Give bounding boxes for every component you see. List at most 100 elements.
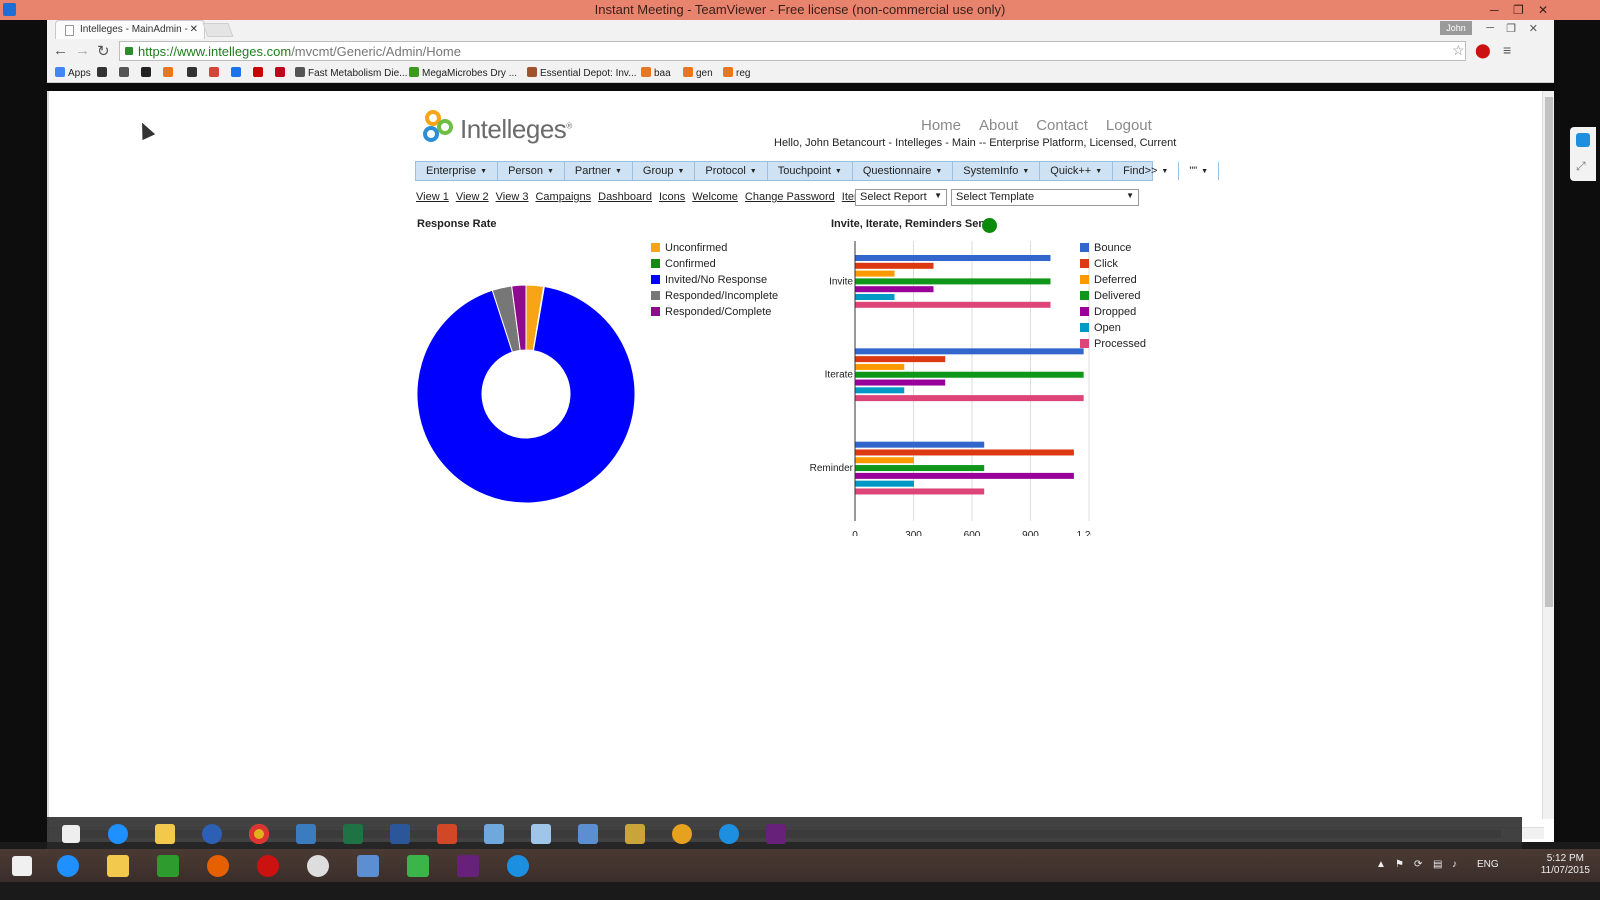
bookmark-icon-9[interactable]	[275, 67, 288, 79]
menu-item[interactable]: "" ▼	[1179, 162, 1220, 180]
link-welcome[interactable]: Welcome	[692, 191, 738, 203]
menu-questionnaire[interactable]: Questionnaire ▼	[853, 162, 954, 180]
link-change-password[interactable]: Change Password	[745, 191, 835, 203]
bookmark-gen[interactable]: gen	[683, 67, 713, 79]
word-icon[interactable]	[382, 820, 418, 848]
menu-protocol[interactable]: Protocol ▼	[695, 162, 768, 180]
firefox-icon[interactable]	[196, 852, 240, 880]
bookmark-icon-8[interactable]	[253, 67, 266, 79]
visual-studio-icon[interactable]	[446, 852, 490, 880]
teamviewer-icon[interactable]	[711, 820, 747, 848]
tools-icon[interactable]	[617, 820, 653, 848]
link-view-1[interactable]: View 1	[416, 191, 449, 203]
globe-icon[interactable]	[194, 820, 230, 848]
bookmark-icon-6[interactable]	[209, 67, 222, 79]
flag-icon[interactable]: ⚑	[1395, 859, 1404, 870]
menu-group[interactable]: Group ▼	[633, 162, 696, 180]
bookmark-reg[interactable]: reg	[723, 67, 750, 79]
opera-icon[interactable]	[246, 852, 290, 880]
bookmark-icon-1[interactable]	[97, 67, 110, 79]
network-icon[interactable]	[346, 852, 390, 880]
nav-logout[interactable]: Logout	[1106, 117, 1152, 134]
select-report[interactable]: Select Report ▼	[855, 189, 947, 206]
excel-icon[interactable]	[335, 820, 371, 848]
powerpoint-icon[interactable]	[429, 820, 465, 848]
link-view-2[interactable]: View 2	[456, 191, 489, 203]
menu-person[interactable]: Person ▼	[498, 162, 565, 180]
reload-icon[interactable]: ↻	[97, 42, 110, 60]
profile-chip[interactable]: John	[1440, 21, 1472, 35]
nav-contact[interactable]: Contact	[1036, 117, 1088, 134]
bookmark-icon-4[interactable]	[163, 67, 176, 79]
bookmark-icon-5[interactable]	[187, 67, 200, 79]
notepad-icon[interactable]	[523, 820, 559, 848]
minimize-icon[interactable]: ─	[1490, 0, 1499, 20]
green-app-icon[interactable]	[396, 852, 440, 880]
fullscreen-icon[interactable]: ⤢	[1576, 159, 1586, 174]
vertical-scroll-thumb[interactable]	[1545, 97, 1553, 607]
nav-about[interactable]: About	[979, 117, 1018, 134]
menu-partner[interactable]: Partner ▼	[565, 162, 633, 180]
store-icon[interactable]	[146, 852, 190, 880]
clock-icon[interactable]	[296, 852, 340, 880]
browser-tab[interactable]: Intelleges - MainAdmin - ✕	[55, 20, 205, 39]
menu-icon[interactable]: ≡	[1503, 42, 1511, 58]
select-template[interactable]: Select Template ▼	[951, 189, 1139, 206]
menu-enterprise[interactable]: Enterprise ▼	[416, 162, 499, 180]
tray-arrow-icon[interactable]: ▲	[1376, 859, 1386, 870]
windows-start-icon[interactable]	[0, 852, 44, 880]
start-button[interactable]	[53, 820, 89, 848]
bookmark-icon-3[interactable]	[141, 67, 154, 79]
address-bar[interactable]: https://www.intelleges.com/mvcmt/Generic…	[119, 41, 1466, 61]
link-campaigns[interactable]: Campaigns	[535, 191, 591, 203]
extension-icon[interactable]: ⬤	[1475, 42, 1491, 59]
chevron-down-icon: ▼	[1022, 168, 1030, 175]
browser-close-icon[interactable]: ✕	[1529, 22, 1538, 35]
menu-touchpoint[interactable]: Touchpoint ▼	[768, 162, 853, 180]
network-icon[interactable]	[570, 820, 606, 848]
clock[interactable]: 5:12 PM 11/07/2015	[1541, 853, 1590, 877]
menu-find[interactable]: Find>> ▼	[1113, 162, 1180, 180]
folder-icon[interactable]	[147, 820, 183, 848]
forward-icon[interactable]: →	[75, 42, 90, 59]
link-icons[interactable]: Icons	[659, 191, 685, 203]
star-icon[interactable]: ☆	[1452, 42, 1465, 59]
link-view-3[interactable]: View 3	[496, 191, 529, 203]
volume-icon[interactable]: ♪	[1452, 859, 1457, 870]
bookmark-megamicrobes-dry[interactable]: MegaMicrobes Dry ...	[409, 67, 517, 79]
bookmark-essential-depot-inv[interactable]: Essential Depot: Inv...	[527, 67, 637, 79]
bookmark-icon-7[interactable]	[231, 67, 244, 79]
teamviewer-side-panel[interactable]: ⤢	[1570, 127, 1596, 181]
teamviewer-panel-icon[interactable]	[1576, 133, 1590, 147]
file-explorer-icon[interactable]	[96, 852, 140, 880]
menu-systeminfo[interactable]: SystemInfo ▼	[953, 162, 1041, 180]
bookmark-baa[interactable]: baa	[641, 67, 671, 79]
sync-icon[interactable]: ⟳	[1414, 859, 1422, 870]
new-tab-button[interactable]	[202, 23, 234, 37]
nav-home[interactable]: Home	[921, 117, 961, 134]
vertical-scrollbar[interactable]	[1542, 91, 1554, 819]
app-icon[interactable]	[476, 820, 512, 848]
bookmark-icon-2[interactable]	[119, 67, 132, 79]
network-tray-icon[interactable]: ▤	[1433, 859, 1442, 870]
close-icon[interactable]: ✕	[1538, 0, 1548, 20]
invites-sent-chart: 0 300 600 900 1,200 Invite Iterate Reminder	[810, 241, 1091, 536]
menu-quick[interactable]: Quick++ ▼	[1040, 162, 1114, 180]
bookmark-fast-metabolism-die[interactable]: Fast Metabolism Die...	[295, 67, 407, 79]
language-indicator[interactable]: ENG	[1477, 859, 1499, 870]
teamviewer-icon[interactable]	[496, 852, 540, 880]
remote-desktop-icon[interactable]	[288, 820, 324, 848]
browser-minimize-icon[interactable]: ─	[1486, 22, 1494, 34]
link-dashboard[interactable]: Dashboard	[598, 191, 652, 203]
tab-close-icon[interactable]: ✕	[190, 24, 198, 35]
bookmark-icon	[187, 67, 197, 77]
ie-icon[interactable]	[100, 820, 136, 848]
restore-icon[interactable]: ❐	[1513, 0, 1524, 20]
back-icon[interactable]: ←	[53, 42, 68, 59]
bookmark-apps[interactable]: Apps	[55, 67, 91, 79]
ie-icon[interactable]	[46, 852, 90, 880]
headphones-icon[interactable]	[664, 820, 700, 848]
browser-restore-icon[interactable]: ❐	[1506, 22, 1516, 35]
chrome-icon[interactable]	[241, 820, 277, 848]
visual-studio-icon[interactable]	[758, 820, 794, 848]
